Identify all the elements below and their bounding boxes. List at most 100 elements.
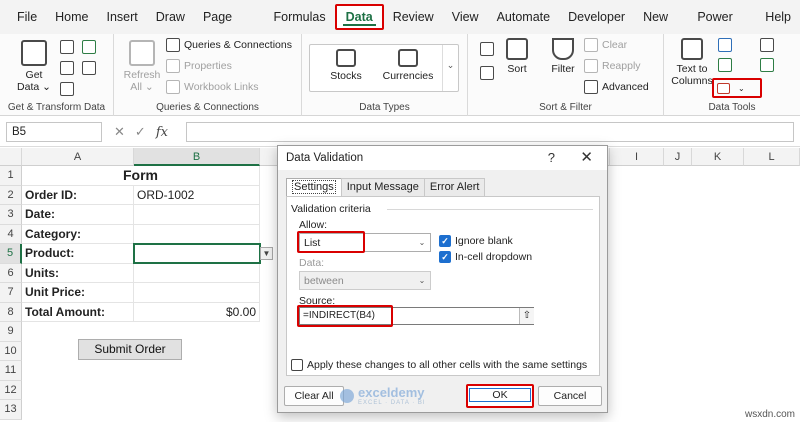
filter-button[interactable]: Filter [548, 38, 578, 75]
sort-button[interactable]: Sort [502, 38, 532, 75]
unit-price-cell[interactable] [134, 283, 260, 303]
reapply-button[interactable]: Reapply [584, 59, 641, 73]
get-data-button[interactable]: Get Data ⌄ [14, 40, 54, 93]
in-cell-dropdown-checkbox[interactable]: ✓ [439, 251, 451, 263]
tab-view[interactable]: View [443, 4, 488, 30]
column-header-b[interactable]: B [134, 148, 260, 166]
data-select[interactable]: between ⌄ [299, 271, 431, 290]
date-cell[interactable] [134, 205, 260, 225]
label-units[interactable]: Units: [22, 263, 134, 283]
clear-all-button[interactable]: Clear All [284, 386, 344, 406]
recent-sources-icon[interactable] [82, 61, 96, 75]
column-header-l[interactable]: L [744, 148, 800, 166]
tab-file[interactable]: File [8, 4, 46, 30]
from-table-icon[interactable] [60, 61, 74, 75]
label-total-amount[interactable]: Total Amount: [22, 302, 134, 322]
help-icon[interactable]: ? [548, 150, 555, 165]
from-text-icon[interactable] [60, 40, 74, 54]
advanced-button[interactable]: Advanced [584, 80, 649, 94]
data-label: Data: [299, 257, 325, 269]
flash-fill-icon[interactable] [718, 38, 732, 52]
tab-data[interactable]: Data [334, 4, 384, 30]
insert-function-icon[interactable]: fx [156, 125, 168, 140]
stocks-button[interactable]: Stocks [326, 49, 366, 82]
column-header-k[interactable]: K [692, 148, 744, 166]
ignore-blank-label[interactable]: Ignore blank [455, 235, 513, 247]
row-header-2[interactable]: 2 [0, 185, 22, 205]
units-cell[interactable] [134, 263, 260, 283]
category-cell[interactable] [134, 224, 260, 244]
column-header-j[interactable]: J [664, 148, 692, 166]
from-web-icon[interactable] [82, 40, 96, 54]
tab-power-pivot[interactable]: Power Pivot [688, 4, 756, 50]
formula-input[interactable] [186, 122, 794, 142]
remove-duplicates-icon[interactable] [718, 58, 732, 72]
row-header-3[interactable]: 3 [0, 205, 22, 225]
row-header-10[interactable]: 10 [0, 341, 22, 361]
queries-connections-button[interactable]: Queries & Connections [166, 38, 292, 52]
ok-button[interactable]: OK [466, 384, 534, 408]
cell-dropdown-arrow-icon[interactable]: ▼ [260, 247, 273, 260]
form-title[interactable]: Form [22, 166, 260, 186]
tab-insert[interactable]: Insert [98, 4, 147, 30]
existing-connections-icon[interactable] [60, 82, 74, 96]
row-header-7[interactable]: 7 [0, 283, 22, 303]
tab-input-message[interactable]: Input Message [340, 178, 425, 196]
column-header-a[interactable]: A [22, 148, 134, 166]
in-cell-dropdown-label[interactable]: In-cell dropdown [455, 251, 532, 263]
name-box[interactable]: B5 [6, 122, 102, 142]
row-header-12[interactable]: 12 [0, 380, 22, 400]
row-header-9[interactable]: 9 [0, 322, 22, 342]
cancel-button[interactable]: Cancel [538, 386, 602, 406]
tab-developer[interactable]: Developer [559, 4, 634, 30]
sort-za-icon[interactable] [480, 66, 494, 80]
tab-page-layout[interactable]: Page Layout [194, 4, 265, 50]
tab-help[interactable]: Help [756, 4, 800, 30]
sort-az-icon[interactable] [480, 42, 494, 56]
tab-home[interactable]: Home [46, 4, 97, 30]
submit-order-button[interactable]: Submit Order [78, 339, 182, 360]
label-date[interactable]: Date: [22, 205, 134, 225]
tab-automate[interactable]: Automate [488, 4, 560, 30]
workbook-links-button[interactable]: Workbook Links [166, 80, 259, 94]
product-cell[interactable] [133, 243, 261, 264]
row-header-13[interactable]: 13 [0, 400, 22, 420]
label-category[interactable]: Category: [22, 224, 134, 244]
row-header-5[interactable]: 5 [0, 244, 22, 264]
properties-button[interactable]: Properties [166, 59, 232, 73]
tab-draw[interactable]: Draw [147, 4, 194, 30]
gallery-more-icon[interactable]: ⌄ [442, 45, 458, 91]
total-amount-cell[interactable]: $0.00 [134, 302, 260, 322]
tab-new-tab[interactable]: New Tab [634, 4, 688, 50]
ignore-blank-checkbox[interactable]: ✓ [439, 235, 451, 247]
apply-all-label[interactable]: Apply these changes to all other cells w… [307, 359, 587, 371]
tab-formulas[interactable]: Formulas [265, 4, 335, 30]
row-header-6[interactable]: 6 [0, 263, 22, 283]
currencies-button[interactable]: Currencies [380, 49, 436, 82]
column-header-i[interactable]: I [610, 148, 664, 166]
clear-button[interactable]: Clear [584, 38, 627, 52]
row-header-1[interactable]: 1 [0, 166, 22, 186]
tab-error-alert[interactable]: Error Alert [423, 178, 486, 196]
label-product[interactable]: Product: [22, 244, 134, 264]
select-all-corner[interactable] [0, 148, 22, 166]
currency-icon [398, 49, 418, 67]
label-unit-price[interactable]: Unit Price: [22, 283, 134, 303]
tab-settings[interactable]: Settings [286, 178, 342, 197]
order-id-cell[interactable]: ORD-1002 [134, 185, 260, 205]
consolidate-icon[interactable] [760, 38, 774, 52]
row-header-4[interactable]: 4 [0, 224, 22, 244]
row-header-8[interactable]: 8 [0, 302, 22, 322]
manage-data-model-icon[interactable] [760, 58, 774, 72]
row-header-11[interactable]: 11 [0, 361, 22, 381]
label-order-id[interactable]: Order ID: [22, 185, 134, 205]
cancel-icon[interactable]: ✕ [114, 124, 125, 140]
check-icon[interactable]: ✓ [135, 124, 146, 140]
refresh-all-button[interactable]: Refresh All ⌄ [122, 40, 162, 93]
collapse-dialog-icon[interactable]: ⇧ [519, 308, 534, 324]
close-icon[interactable]: ✕ [580, 148, 593, 166]
apply-all-checkbox[interactable] [291, 359, 303, 371]
tab-review[interactable]: Review [384, 4, 443, 30]
text-to-columns-button[interactable]: Text to Columns [670, 38, 714, 87]
data-validation-button[interactable]: ⌄ [712, 78, 762, 98]
